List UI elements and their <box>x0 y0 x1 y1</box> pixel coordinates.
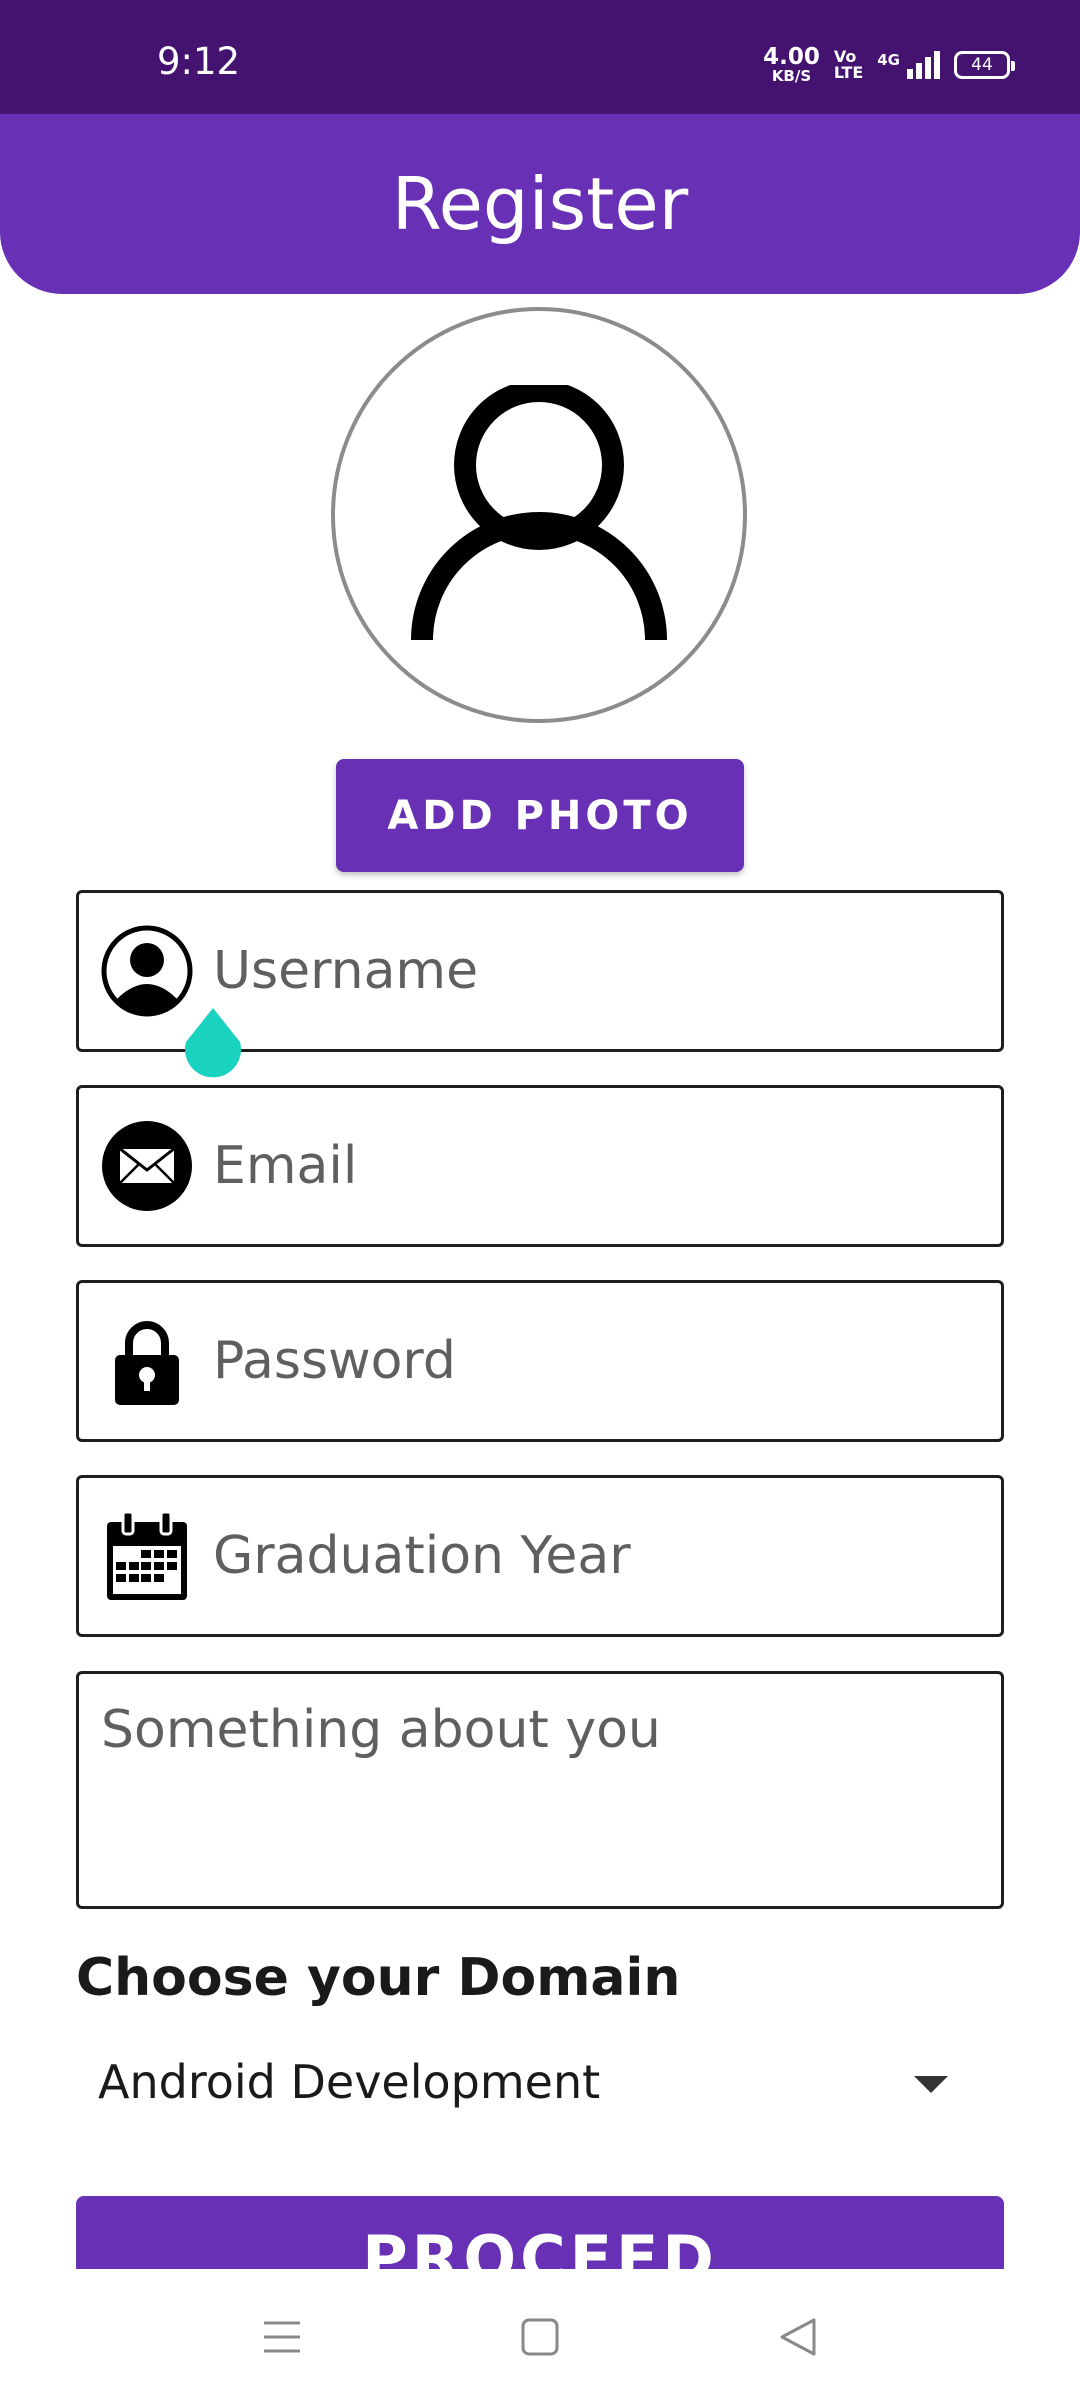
domain-label: Choose your Domain <box>76 1948 681 2008</box>
page-title: Register <box>391 162 689 246</box>
signal-bar <box>907 69 913 79</box>
network-speed-value: 4.00 <box>763 44 820 70</box>
calendar-icon <box>101 1510 193 1602</box>
domain-dropdown[interactable]: Android Development <box>76 2040 1004 2124</box>
graduation-year-input[interactable]: Graduation Year <box>213 1526 631 1586</box>
email-field[interactable]: Email <box>76 1085 1004 1247</box>
volte-bottom: LTE <box>833 63 864 82</box>
dropdown-arrow-icon <box>914 2076 948 2093</box>
home-icon[interactable] <box>500 2297 580 2377</box>
status-bar: 9:12 4.00 KB/S Vo LTE 4G 44 <box>0 0 1080 114</box>
volte-icon: Vo LTE <box>834 49 863 81</box>
network-speed: 4.00 KB/S <box>763 46 820 84</box>
about-input[interactable]: Something about you <box>101 1700 661 1760</box>
signal-bar <box>925 57 931 79</box>
network-type: 4G <box>877 51 900 69</box>
user-icon <box>101 925 193 1017</box>
proceed-label: PROCEED <box>362 2222 718 2270</box>
status-time: 9:12 <box>157 40 241 83</box>
email-input[interactable]: Email <box>213 1136 357 1196</box>
email-icon <box>101 1120 193 1212</box>
about-field[interactable]: Something about you <box>76 1671 1004 1909</box>
status-indicators: 4.00 KB/S Vo LTE 4G 44 <box>763 46 1015 84</box>
system-nav-bar <box>0 2269 1080 2400</box>
battery-level: 44 <box>971 55 993 75</box>
proceed-button[interactable]: PROCEED <box>76 2196 1004 2269</box>
signal-bar <box>934 51 940 79</box>
app-header: Register <box>0 114 1080 294</box>
person-outline-icon <box>411 385 667 641</box>
password-field[interactable]: Password <box>76 1280 1004 1442</box>
username-input[interactable]: Username <box>213 941 478 1001</box>
password-input[interactable]: Password <box>213 1331 456 1391</box>
graduation-year-field[interactable]: Graduation Year <box>76 1475 1004 1637</box>
signal-icon: 4G <box>877 51 940 79</box>
add-photo-button[interactable]: ADD PHOTO <box>336 759 744 872</box>
signal-bar <box>916 63 922 79</box>
avatar[interactable] <box>331 307 747 723</box>
lock-icon <box>101 1315 193 1407</box>
network-speed-unit: KB/S <box>771 67 812 85</box>
back-icon[interactable] <box>758 2297 838 2377</box>
domain-selected-value: Android Development <box>98 2055 601 2109</box>
text-cursor-handle[interactable] <box>182 1008 244 1080</box>
menu-icon[interactable] <box>242 2297 322 2377</box>
battery-icon: 44 <box>954 51 1015 79</box>
